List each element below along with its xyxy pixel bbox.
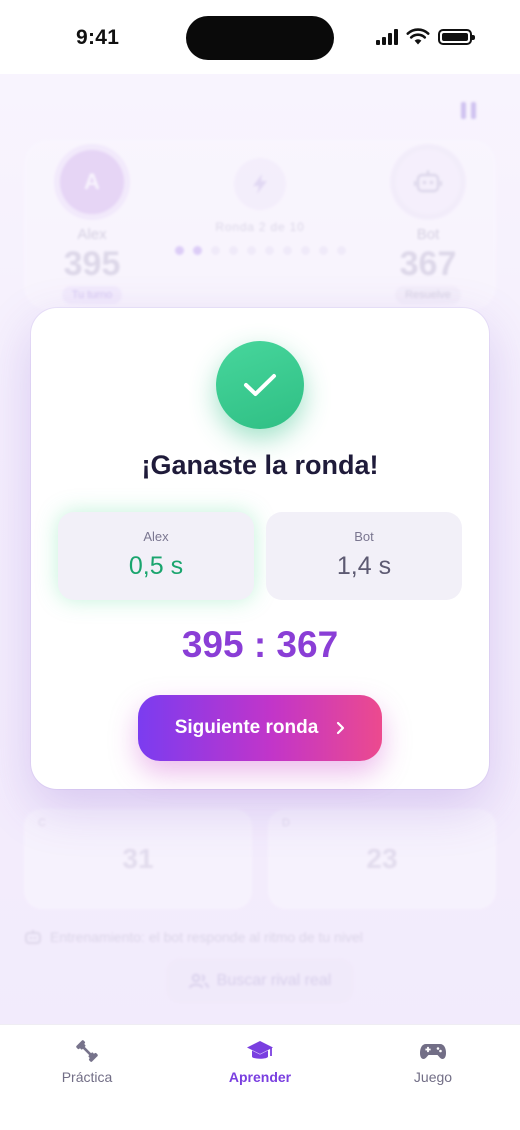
battery-icon — [438, 28, 475, 45]
player-time-card: Alex 0,5 s — [58, 512, 254, 600]
match-score: 395 : 367 — [181, 624, 339, 665]
tab-juego[interactable]: Juego — [373, 1037, 493, 1085]
success-check-icon — [216, 341, 304, 429]
status-time: 9:41 — [76, 26, 120, 49]
dumbbell-icon — [76, 1040, 98, 1062]
tab-practica[interactable]: Práctica — [27, 1037, 147, 1085]
next-round-button[interactable]: Siguiente ronda — [138, 695, 382, 761]
cellular-signal-icon — [376, 28, 398, 45]
tab-aprender[interactable]: Aprender — [200, 1037, 320, 1085]
tab-bar: Práctica Aprender Juego — [0, 1024, 520, 1130]
status-bar: 9:41 — [0, 0, 520, 74]
tab-label: Aprender — [228, 1069, 292, 1085]
opponent-time-value: 1,4 s — [336, 552, 392, 580]
screen: 9:41 A Alex 395 Tu turno Ronda 2 de 10 B… — [0, 0, 520, 1130]
next-round-label: Siguiente ronda — [174, 717, 319, 738]
wifi-icon — [406, 28, 430, 45]
opponent-time-name: Bot — [354, 529, 374, 544]
player-time-name: Alex — [143, 529, 169, 544]
opponent-time-card: Bot 1,4 s — [266, 512, 462, 600]
player-time-value: 0,5 s — [128, 552, 184, 580]
graduation-cap-icon — [247, 1041, 273, 1059]
modal-title: ¡Ganaste la ronda! — [141, 450, 379, 480]
gamepad-icon — [420, 1044, 446, 1059]
chevron-right-icon — [337, 721, 345, 735]
status-icons — [376, 28, 475, 45]
round-result-modal: ¡Ganaste la ronda! Alex 0,5 s Bot 1,4 s … — [31, 308, 489, 789]
tab-label: Práctica — [61, 1069, 113, 1085]
tab-label: Juego — [413, 1069, 453, 1085]
dynamic-island — [186, 16, 334, 60]
